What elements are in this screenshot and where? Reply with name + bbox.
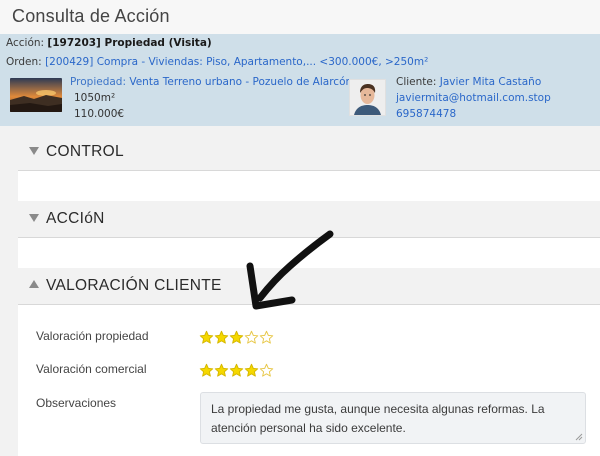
observations-label: Observaciones (36, 396, 117, 410)
client-label: Cliente: (396, 76, 437, 88)
chevron-up-icon (29, 280, 39, 288)
client-avatar[interactable] (349, 79, 386, 116)
star-filled-icon[interactable] (229, 330, 244, 345)
orden-label: Orden: (6, 56, 42, 68)
rating-commercial-label: Valoración comercial (36, 362, 147, 376)
observations-text: La propiedad me gusta, aunque necesita a… (211, 402, 545, 435)
section-control-title: CONTROL (46, 143, 124, 160)
accion-label: Acción: (6, 37, 45, 49)
chevron-down-icon (29, 147, 39, 155)
chevron-down-icon (29, 214, 39, 222)
star-filled-icon[interactable] (214, 330, 229, 345)
property-thumbnail[interactable] (10, 78, 62, 112)
property-label: Propiedad: (70, 76, 127, 88)
star-empty-icon[interactable] (259, 363, 274, 378)
section-valoracion-title: VALORACIÓN CLIENTE (46, 277, 222, 294)
star-empty-icon[interactable] (259, 330, 274, 345)
rating-property-label: Valoración propiedad (36, 329, 149, 343)
star-filled-icon[interactable] (199, 363, 214, 378)
page-title: Consulta de Acción (12, 6, 170, 26)
rating-property-stars[interactable] (199, 330, 274, 346)
observations-textarea[interactable]: La propiedad me gusta, aunque necesita a… (200, 392, 586, 444)
star-filled-icon[interactable] (244, 363, 259, 378)
orden-code: [200429] (45, 56, 94, 68)
resize-grip-icon[interactable] (575, 433, 583, 441)
orden-text: Compra - Viviendas: Piso, Apartamento,..… (96, 56, 429, 68)
property-link[interactable]: Venta Terreno urbano - Pozuelo de Alarcó… (129, 76, 352, 88)
info-panel: Acción: [197203] Propiedad (Visita) Orde… (0, 34, 600, 126)
star-filled-icon[interactable] (199, 330, 214, 345)
client-phone-link[interactable]: 695874478 (396, 108, 456, 120)
client-email-link[interactable]: javiermita@hotmail.com.stop (396, 92, 551, 104)
star-filled-icon[interactable] (229, 363, 244, 378)
orden-link[interactable]: [200429] Compra - Viviendas: Piso, Apart… (45, 56, 428, 68)
section-control-header[interactable]: CONTROL (18, 134, 600, 171)
property-price: 110.000€ (74, 108, 125, 120)
star-filled-icon[interactable] (214, 363, 229, 378)
section-control-body (18, 171, 600, 201)
section-accion-title: ACCIóN (46, 210, 105, 227)
accion-value: [197203] Propiedad (Visita) (47, 37, 212, 49)
property-area: 1050m² (74, 92, 116, 104)
orden-line: Orden: [200429] Compra - Viviendas: Piso… (6, 56, 428, 68)
star-empty-icon[interactable] (244, 330, 259, 345)
rating-commercial-stars[interactable] (199, 363, 274, 379)
title-bar: Consulta de Acción (0, 0, 600, 34)
client-name-link[interactable]: Javier Mita Castaño (440, 76, 542, 88)
accion-line: Acción: [197203] Propiedad (Visita) (6, 37, 212, 49)
annotation-arrow-icon (246, 230, 334, 310)
